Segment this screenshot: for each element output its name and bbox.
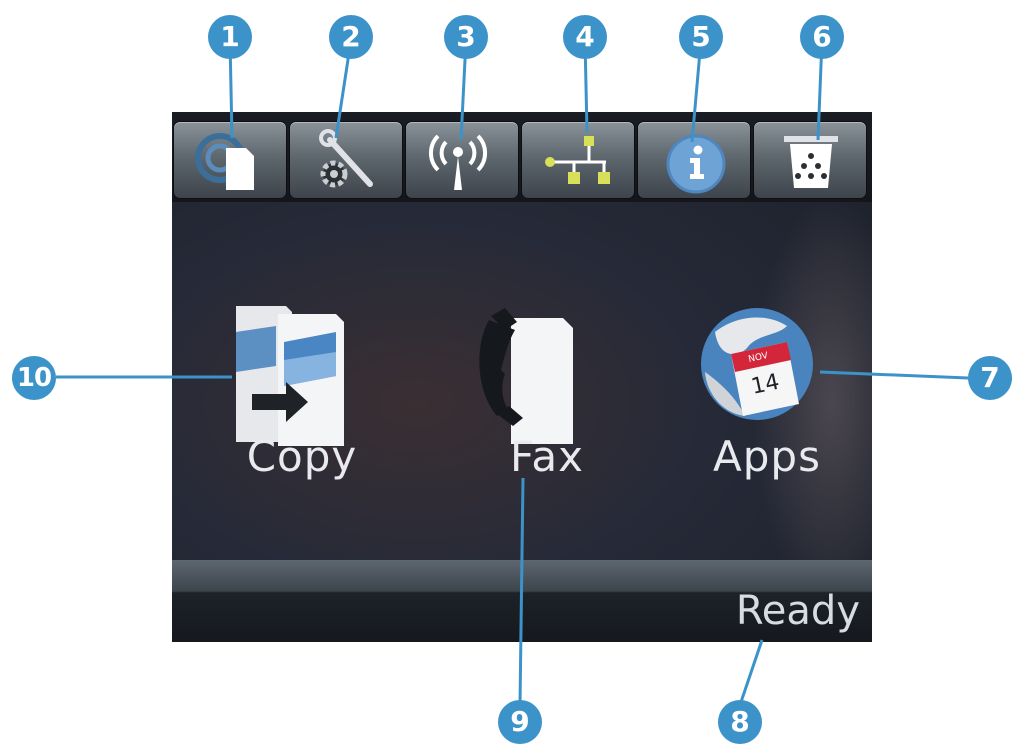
callout-2: 2 [329, 15, 373, 59]
callout-4: 4 [563, 15, 607, 59]
callout-5: 5 [679, 15, 723, 59]
callout-6: 6 [800, 15, 844, 59]
callout-10: 10 [12, 356, 56, 400]
callout-9: 9 [498, 700, 542, 744]
callout-7: 7 [968, 356, 1012, 400]
callout-8: 8 [718, 700, 762, 744]
callout-lines [56, 39, 969, 706]
callout-3: 3 [444, 15, 488, 59]
callout-1: 1 [208, 15, 252, 59]
